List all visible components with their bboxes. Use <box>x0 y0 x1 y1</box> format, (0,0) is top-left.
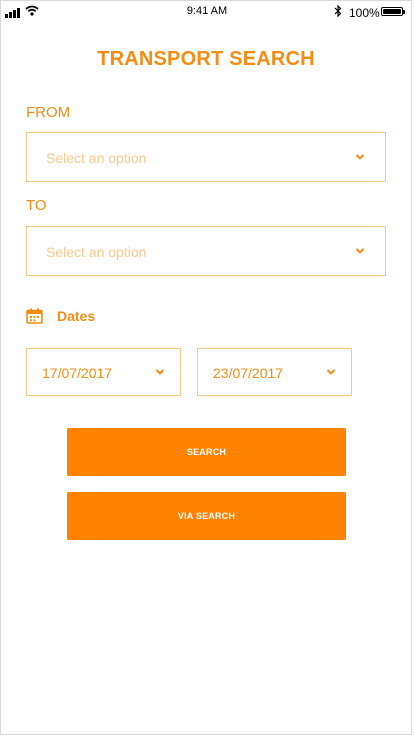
start-date-value: 17/07/2017 <box>42 365 113 381</box>
dates-label: Dates <box>57 308 96 324</box>
from-select[interactable]: Select an option <box>26 132 386 182</box>
end-date-select[interactable]: 23/07/2017 <box>197 348 352 396</box>
status-bar: 9:41 AM 100% <box>0 0 414 24</box>
to-select-placeholder: Select an option <box>46 244 147 260</box>
battery-icon <box>381 7 405 16</box>
start-date-select[interactable]: 17/07/2017 <box>26 348 181 396</box>
chevron-down-icon <box>155 369 165 375</box>
end-date-value: 23/07/2017 <box>213 365 284 381</box>
chevron-down-icon <box>355 248 365 254</box>
from-select-placeholder: Select an option <box>46 150 147 166</box>
bluetooth-icon <box>334 5 342 17</box>
from-label: FROM <box>26 104 71 121</box>
chevron-down-icon <box>326 369 336 375</box>
battery-percentage: 100% <box>349 6 380 20</box>
page-title: TRANSPORT SEARCH <box>97 48 315 70</box>
via-search-button[interactable]: VIA SEARCH <box>67 492 346 540</box>
to-label: TO <box>26 197 47 214</box>
to-select[interactable]: Select an option <box>26 226 386 276</box>
calendar-icon <box>26 308 43 324</box>
chevron-down-icon <box>355 154 365 160</box>
dates-header: Dates <box>26 308 95 324</box>
search-button[interactable]: SEARCH <box>67 428 346 476</box>
